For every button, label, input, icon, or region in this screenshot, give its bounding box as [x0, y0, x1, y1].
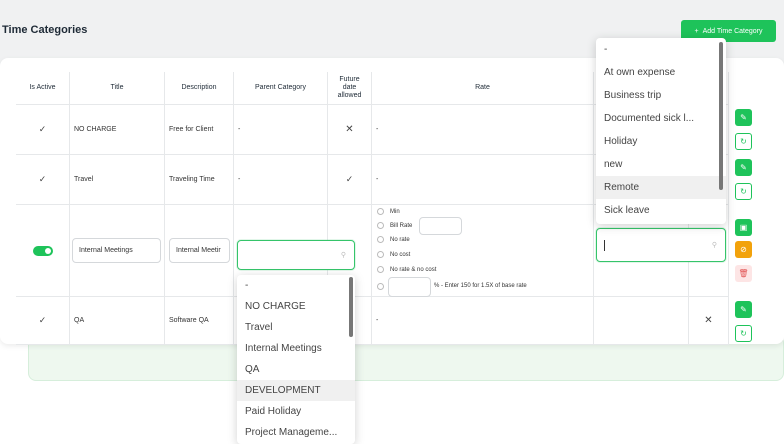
cancel-icon: ⊘ — [740, 245, 747, 254]
x-icon: ✕ — [345, 124, 354, 135]
check-icon: ✓ — [345, 174, 354, 184]
plus-icon: + — [694, 27, 699, 35]
rate-option-percent[interactable] — [377, 283, 384, 290]
edit-icon: ✎ — [740, 163, 747, 172]
table-row-2-parent: - — [234, 155, 328, 205]
edit-icon: ✎ — [740, 113, 747, 122]
table-row-2-description: Traveling Time — [165, 155, 234, 205]
description-input[interactable]: Internal Meetir — [169, 238, 230, 263]
header-description: Description — [165, 72, 234, 105]
table-row-1-description: Free for Client — [165, 105, 234, 155]
page-title: Time Categories — [2, 24, 88, 36]
search-icon: ⚲ — [340, 252, 346, 259]
rate-option-bill-rate-label: Bill Rate — [390, 222, 413, 229]
check-icon: ✓ — [38, 174, 47, 184]
rate-option-no-rate[interactable]: No rate — [377, 236, 410, 243]
edit-button[interactable]: ✎ — [735, 159, 752, 176]
sync-button[interactable]: ↻ — [735, 325, 752, 342]
delete-button[interactable]: 🗑 — [735, 265, 752, 282]
radio-icon[interactable] — [377, 266, 384, 273]
table-row-1-future: ✕ — [328, 105, 372, 155]
dropdown-option[interactable]: Internal Meetings — [237, 338, 355, 359]
table-row-1-rate: - — [372, 105, 594, 155]
radio-icon[interactable] — [377, 222, 384, 229]
table-row-2-future: ✓ — [328, 155, 372, 205]
edit-icon: ✎ — [740, 305, 747, 314]
check-icon: ✓ — [38, 315, 47, 325]
search-icon: ⚲ — [711, 242, 717, 249]
rate-option-no-cost[interactable]: No cost — [377, 251, 410, 258]
rate-option-no-cost-label: No cost — [390, 251, 411, 258]
dropdown-option[interactable]: At own expense — [596, 61, 726, 84]
refresh-icon: ↻ — [740, 329, 747, 338]
table-row-4-extra-2: ✕ — [689, 297, 729, 345]
dropdown-option[interactable]: - — [596, 38, 726, 61]
header-rate: Rate — [372, 72, 594, 105]
table-row-1-title: NO CHARGE — [70, 105, 165, 155]
parent-category-dropdown: - NO CHARGE Travel Internal Meetings QA … — [237, 275, 355, 444]
refresh-icon: ↻ — [740, 187, 747, 196]
dropdown-scrollbar[interactable] — [719, 42, 723, 190]
title-input[interactable]: Internal Meetings — [72, 238, 161, 263]
radio-icon[interactable] — [377, 283, 384, 290]
dropdown-option[interactable]: Holiday — [596, 130, 726, 153]
dropdown-option[interactable]: Documented sick l... — [596, 107, 726, 130]
dropdown-option-highlighted[interactable]: Remote — [596, 176, 726, 199]
dropdown-option[interactable]: Business trip — [596, 84, 726, 107]
add-time-category-label: Add Time Category — [702, 27, 763, 35]
dropdown-option[interactable]: Sick leave — [596, 199, 726, 222]
dropdown-option-highlighted[interactable]: DEVELOPMENT — [237, 380, 355, 401]
save-button[interactable]: ▣ — [735, 219, 752, 236]
table-row-2-rate: - — [372, 155, 594, 205]
header-title: Title — [70, 72, 165, 105]
sync-button[interactable]: ↻ — [735, 133, 752, 150]
table-row-4-title: QA — [70, 297, 165, 345]
rate-option-bill-rate[interactable]: Bill Rate — [377, 222, 412, 229]
table-row-4-rate: - — [372, 297, 594, 345]
text-caret — [604, 240, 605, 251]
edit-button[interactable]: ✎ — [735, 109, 752, 126]
table-row-1-parent: - — [234, 105, 328, 155]
trash-icon: 🗑 — [738, 269, 749, 278]
dropdown-option[interactable]: QA — [237, 359, 355, 380]
check-icon: ✓ — [38, 124, 47, 134]
radio-icon[interactable] — [377, 236, 384, 243]
save-icon: ▣ — [739, 223, 748, 232]
table-row-2-active: ✓ — [16, 155, 70, 205]
is-active-toggle[interactable] — [33, 246, 53, 256]
edit-button[interactable]: ✎ — [735, 301, 752, 318]
table-row-4-extra — [594, 297, 689, 345]
header-parent-category: Parent Category — [234, 72, 328, 105]
dropdown-option[interactable]: Project Manageme... — [237, 422, 355, 443]
sync-button[interactable]: ↻ — [735, 183, 752, 200]
table-row-4-description: Software QA — [165, 297, 234, 345]
radio-icon[interactable] — [377, 251, 384, 258]
refresh-icon: ↻ — [740, 137, 747, 146]
bill-rate-input[interactable] — [419, 217, 462, 235]
dropdown-option[interactable]: new — [596, 153, 726, 176]
rate-option-min[interactable]: Min — [377, 208, 400, 215]
header-is-active: Is Active — [16, 72, 70, 105]
dropdown-option[interactable]: NO CHARGE — [237, 296, 355, 317]
category-type-select[interactable]: ⚲ — [596, 228, 726, 262]
table-row-2-title: Travel — [70, 155, 165, 205]
table-row-1-active: ✓ — [16, 105, 70, 155]
rate-option-no-rate-no-cost[interactable]: No rate & no cost — [377, 266, 436, 273]
x-icon: ✕ — [704, 315, 713, 326]
cancel-button[interactable]: ⊘ — [735, 241, 752, 258]
dropdown-option[interactable]: Travel — [237, 317, 355, 338]
rate-option-no-rate-no-cost-label: No rate & no cost — [390, 266, 437, 273]
rate-option-no-rate-label: No rate — [390, 236, 410, 243]
header-future-date-allowed: Future date allowed — [328, 72, 372, 105]
dropdown-option[interactable]: - — [237, 275, 355, 296]
rate-option-min-label: Min — [390, 208, 400, 215]
dropdown-option[interactable]: Paid Holiday — [237, 401, 355, 422]
percent-input[interactable] — [388, 277, 431, 297]
table-row-4-active: ✓ — [16, 297, 70, 345]
category-type-dropdown: - At own expense Business trip Documente… — [596, 38, 726, 224]
parent-category-select[interactable]: ⚲ — [237, 240, 355, 270]
dropdown-scrollbar[interactable] — [349, 277, 353, 337]
percent-hint: % - Enter 150 for 1.5X of base rate — [434, 283, 527, 289]
radio-icon[interactable] — [377, 208, 384, 215]
